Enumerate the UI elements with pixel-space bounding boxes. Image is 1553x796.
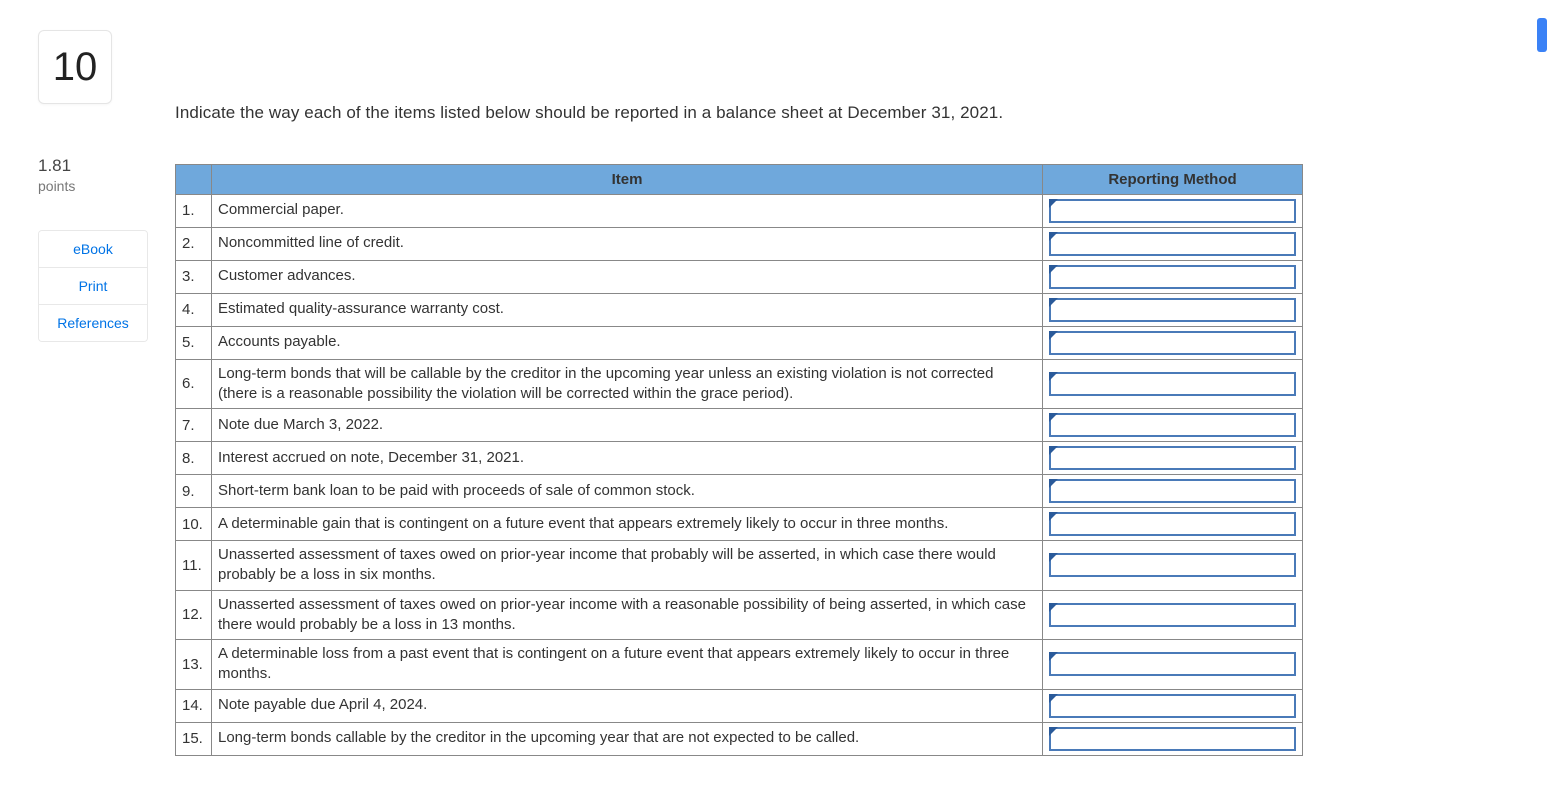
reporting-method-dropdown[interactable] (1049, 694, 1296, 718)
header-item: Item (212, 164, 1043, 194)
row-number: 5. (176, 326, 212, 359)
row-item-text: A determinable loss from a past event th… (212, 640, 1043, 690)
row-item-text: Note due March 3, 2022. (212, 409, 1043, 442)
ebook-link[interactable]: eBook (39, 231, 147, 267)
row-number: 1. (176, 194, 212, 227)
row-item-text: Noncommitted line of credit. (212, 227, 1043, 260)
row-method-cell (1043, 293, 1303, 326)
reporting-method-dropdown[interactable] (1049, 512, 1296, 536)
row-number: 14. (176, 689, 212, 722)
reporting-method-dropdown[interactable] (1049, 446, 1296, 470)
table-row: 1.Commercial paper. (176, 194, 1303, 227)
sidebar: 10 1.81 points eBook Print References (0, 10, 175, 756)
row-number: 12. (176, 590, 212, 640)
header-blank (176, 164, 212, 194)
table-row: 12.Unasserted assessment of taxes owed o… (176, 590, 1303, 640)
table-body: 1.Commercial paper.2.Noncommitted line o… (176, 194, 1303, 755)
reporting-method-dropdown[interactable] (1049, 331, 1296, 355)
reporting-method-dropdown[interactable] (1049, 372, 1296, 396)
row-item-text: Note payable due April 4, 2024. (212, 689, 1043, 722)
row-item-text: Long-term bonds that will be callable by… (212, 359, 1043, 409)
row-method-cell (1043, 409, 1303, 442)
row-item-text: Accounts payable. (212, 326, 1043, 359)
row-method-cell (1043, 260, 1303, 293)
table-row: 14.Note payable due April 4, 2024. (176, 689, 1303, 722)
row-method-cell (1043, 475, 1303, 508)
table-row: 11.Unasserted assessment of taxes owed o… (176, 541, 1303, 591)
reporting-method-dropdown[interactable] (1049, 603, 1296, 627)
reporting-method-dropdown[interactable] (1049, 727, 1296, 751)
row-method-cell (1043, 722, 1303, 755)
items-table: Item Reporting Method 1.Commercial paper… (175, 164, 1303, 756)
reporting-method-dropdown[interactable] (1049, 199, 1296, 223)
row-method-cell (1043, 640, 1303, 690)
table-row: 5.Accounts payable. (176, 326, 1303, 359)
question-number: 10 (53, 45, 98, 90)
row-number: 7. (176, 409, 212, 442)
table-row: 10.A determinable gain that is contingen… (176, 508, 1303, 541)
resource-links: eBook Print References (38, 230, 148, 342)
table-row: 15.Long-term bonds callable by the credi… (176, 722, 1303, 755)
row-number: 3. (176, 260, 212, 293)
reporting-method-dropdown[interactable] (1049, 553, 1296, 577)
row-method-cell (1043, 689, 1303, 722)
reporting-method-dropdown[interactable] (1049, 265, 1296, 289)
row-number: 4. (176, 293, 212, 326)
row-method-cell (1043, 194, 1303, 227)
header-method: Reporting Method (1043, 164, 1303, 194)
row-method-cell (1043, 359, 1303, 409)
table-row: 8.Interest accrued on note, December 31,… (176, 442, 1303, 475)
row-item-text: Short-term bank loan to be paid with pro… (212, 475, 1043, 508)
row-item-text: A determinable gain that is contingent o… (212, 508, 1043, 541)
table-row: 9.Short-term bank loan to be paid with p… (176, 475, 1303, 508)
question-prompt: Indicate the way each of the items liste… (175, 100, 1303, 126)
table-row: 13.A determinable loss from a past event… (176, 640, 1303, 690)
row-item-text: Unasserted assessment of taxes owed on p… (212, 590, 1043, 640)
table-row: 7.Note due March 3, 2022. (176, 409, 1303, 442)
row-item-text: Interest accrued on note, December 31, 2… (212, 442, 1043, 475)
row-method-cell (1043, 590, 1303, 640)
points-label: points (38, 178, 157, 194)
reporting-method-dropdown[interactable] (1049, 232, 1296, 256)
references-link[interactable]: References (39, 304, 147, 341)
print-link[interactable]: Print (39, 267, 147, 304)
table-row: 3.Customer advances. (176, 260, 1303, 293)
row-method-cell (1043, 508, 1303, 541)
row-method-cell (1043, 442, 1303, 475)
reporting-method-dropdown[interactable] (1049, 413, 1296, 437)
points-value: 1.81 (38, 156, 157, 176)
row-item-text: Long-term bonds callable by the creditor… (212, 722, 1043, 755)
row-number: 9. (176, 475, 212, 508)
row-number: 15. (176, 722, 212, 755)
row-method-cell (1043, 326, 1303, 359)
row-number: 8. (176, 442, 212, 475)
row-number: 6. (176, 359, 212, 409)
row-number: 10. (176, 508, 212, 541)
table-row: 6.Long-term bonds that will be callable … (176, 359, 1303, 409)
scrollbar-thumb[interactable] (1537, 18, 1547, 52)
main-content: Indicate the way each of the items liste… (175, 10, 1553, 756)
table-row: 2.Noncommitted line of credit. (176, 227, 1303, 260)
row-item-text: Commercial paper. (212, 194, 1043, 227)
table-row: 4.Estimated quality-assurance warranty c… (176, 293, 1303, 326)
row-method-cell (1043, 227, 1303, 260)
row-item-text: Estimated quality-assurance warranty cos… (212, 293, 1043, 326)
reporting-method-dropdown[interactable] (1049, 298, 1296, 322)
reporting-method-dropdown[interactable] (1049, 652, 1296, 676)
row-item-text: Unasserted assessment of taxes owed on p… (212, 541, 1043, 591)
row-number: 2. (176, 227, 212, 260)
question-number-box: 10 (38, 30, 112, 104)
row-method-cell (1043, 541, 1303, 591)
row-item-text: Customer advances. (212, 260, 1043, 293)
row-number: 11. (176, 541, 212, 591)
row-number: 13. (176, 640, 212, 690)
page-root: 10 1.81 points eBook Print References In… (0, 0, 1553, 796)
table-header-row: Item Reporting Method (176, 164, 1303, 194)
reporting-method-dropdown[interactable] (1049, 479, 1296, 503)
